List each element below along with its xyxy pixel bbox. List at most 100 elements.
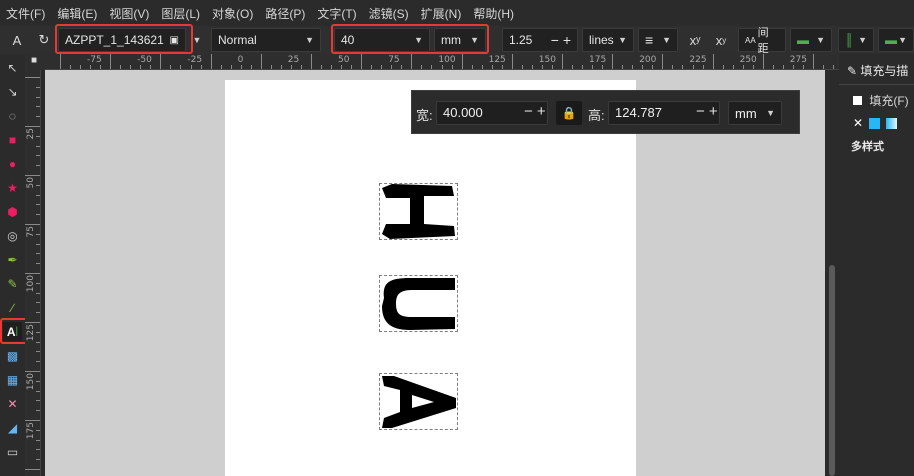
menu-item-4[interactable]: 对象(O)	[212, 5, 253, 22]
lock-icon[interactable]: ■	[31, 55, 37, 66]
menu-item-9[interactable]: 帮助(H)	[473, 5, 514, 22]
align-left-icon: ≡	[645, 32, 654, 48]
h-ruler-label: 125	[488, 55, 506, 65]
glyph-bbox-1[interactable]	[379, 183, 458, 240]
fill-swatch-icon	[853, 96, 862, 105]
line-spacing-spinbox[interactable]: 1.25 − +	[502, 28, 578, 52]
font-family-dropdown[interactable]: ▼	[188, 26, 206, 54]
text-tool-icon[interactable]: A |	[3, 322, 22, 341]
ellipse-tool-icon[interactable]: ●	[3, 154, 22, 173]
h-ruler-label: 275	[789, 55, 807, 65]
font-size-combo[interactable]: 40 ▼	[334, 28, 430, 52]
h-ruler-label: -50	[137, 55, 152, 65]
text-align-select[interactable]: ≡ ▼	[638, 28, 678, 52]
h-ruler-label: 75	[388, 55, 400, 65]
h-ruler-label: 150	[538, 55, 556, 65]
writing-mode-icon: ║	[845, 33, 854, 47]
minus-plus-icon[interactable]: − +	[551, 32, 571, 48]
tab-fill-stroke-label: 填充与描	[860, 64, 909, 78]
vertical-ruler[interactable]: 25 50 75 100 125 150 175	[25, 70, 41, 476]
ruler-corner: ■	[25, 54, 45, 70]
selector-tool-icon[interactable]: ↖	[3, 58, 22, 77]
width-minus-plus[interactable]: − +	[524, 103, 546, 120]
menu-item-1[interactable]: 编辑(E)	[57, 5, 97, 22]
chevron-down-icon: ▼	[816, 35, 825, 45]
chevron-down-icon: ▼	[766, 108, 775, 118]
height-value: 124.787	[615, 105, 662, 120]
font-size-unit-select[interactable]: mm ▼	[434, 28, 486, 52]
chevron-down-icon: ▼	[898, 35, 907, 45]
3d-box-tool-icon[interactable]: ⬢	[3, 202, 22, 221]
spiral-tool-icon[interactable]: ◎	[3, 226, 22, 245]
multi-style-label: 多样式	[851, 141, 884, 153]
font-family-combo[interactable]: AZPPT_1_143621 ▣	[58, 28, 186, 52]
v-ruler-label: 50	[26, 177, 36, 189]
glyph-bbox-3[interactable]	[379, 373, 458, 430]
text-toolbar-icon[interactable]: A	[6, 29, 28, 51]
lock-ratio-button[interactable]: 🔒	[556, 101, 582, 125]
font-picker-icon[interactable]: ▣	[170, 35, 179, 46]
glyph-orientation-icon: ▬	[885, 33, 897, 47]
menu-item-0[interactable]: 文件(F)	[6, 5, 45, 22]
scrollbar-thumb[interactable]	[829, 265, 835, 476]
rectangle-tool-icon[interactable]: ■	[3, 130, 22, 149]
glyph-u	[382, 278, 455, 330]
font-style-select[interactable]: Normal ▼	[211, 28, 321, 52]
font-size-value: 40	[341, 33, 355, 47]
vertical-scrollbar[interactable]	[825, 70, 839, 476]
letter-spacing-button[interactable]: AA 间距	[738, 27, 786, 55]
line-spacing-unit-select[interactable]: lines ▼	[582, 28, 634, 52]
glyph-bbox-2[interactable]	[379, 275, 458, 332]
v-ruler-label: 125	[26, 324, 36, 342]
glyph-orientation-select[interactable]: ▬ ▼	[878, 28, 914, 52]
h-ruler-label: 100	[438, 55, 456, 65]
subscript-icon[interactable]: xy	[710, 29, 732, 51]
chevron-down-icon: ▼	[470, 35, 479, 45]
dropper-tool-icon[interactable]: ✕	[3, 394, 22, 413]
horizontal-ruler[interactable]: -75 -50 -25 0 25 50 75 100 125 150 175 200 225 250 275	[45, 54, 839, 70]
tweak-tool-icon[interactable]: ◌	[3, 106, 22, 125]
writing-mode-select[interactable]: ║ ▼	[838, 28, 874, 52]
gradient-tool-icon[interactable]: ▩	[3, 346, 22, 365]
line-spacing-unit-value: lines	[589, 33, 614, 47]
menu-item-7[interactable]: 滤镜(S)	[369, 5, 409, 22]
width-value: 40.000	[443, 105, 483, 120]
h-ruler-label: 0	[237, 55, 244, 65]
menu-item-6[interactable]: 文字(T)	[317, 5, 356, 22]
mesh-tool-icon[interactable]: ▦	[3, 370, 22, 389]
text-tool-control-bar: A ↻ AZPPT_1_143621 ▣ ▼ Normal ▼ 40 ▼ mm …	[0, 24, 914, 55]
calligraphy-tool-icon[interactable]: ∕	[3, 298, 22, 317]
paint-type-row: ✕	[853, 116, 898, 130]
v-ruler-label: 100	[26, 275, 36, 293]
menu-item-3[interactable]: 图层(L)	[161, 5, 200, 22]
linear-gradient-icon[interactable]	[886, 118, 898, 129]
menu-item-8[interactable]: 扩展(N)	[421, 5, 462, 22]
fill-tab[interactable]: 填充(F)	[853, 92, 909, 109]
h-ruler-label: 200	[639, 55, 657, 65]
font-family-value: AZPPT_1_143621	[65, 33, 164, 47]
paint-bucket-tool-icon[interactable]: ◢	[3, 418, 22, 437]
dimension-popup: 宽: 40.000 − + 🔒 高: 124.787 − + mm ▼	[411, 90, 800, 134]
star-tool-icon[interactable]: ★	[3, 178, 22, 197]
menu-item-5[interactable]: 路径(P)	[265, 5, 305, 22]
superscript-icon[interactable]: xʸ	[684, 29, 706, 51]
tab-fill-stroke[interactable]: ✎ 填充与描	[847, 62, 914, 84]
flat-color-icon[interactable]	[869, 118, 881, 129]
pen-tool-icon[interactable]: ✒	[3, 250, 22, 269]
eraser-tool-icon[interactable]: ▭	[3, 442, 22, 461]
pencil-tool-icon[interactable]: ✎	[3, 274, 22, 293]
refresh-icon[interactable]: ↻	[33, 29, 55, 51]
height-minus-plus[interactable]: − +	[696, 103, 718, 120]
h-ruler-label: -75	[87, 55, 102, 65]
lock-icon: 🔒	[561, 106, 577, 120]
width-label: 宽:	[416, 108, 433, 123]
toolbox: ↖ ↘ ◌ ■ ● ★ ⬢ ◎ ✒ ✎ ∕ A | ▩ ▦ ✕ ◢ ▭	[0, 54, 37, 476]
no-paint-icon[interactable]: ✕	[853, 116, 863, 130]
page	[225, 80, 636, 476]
chevron-down-icon: ▼	[192, 35, 202, 45]
menu-item-2[interactable]: 视图(V)	[109, 5, 149, 22]
node-tool-icon[interactable]: ↘	[3, 82, 22, 101]
dimension-unit-select[interactable]: mm ▼	[728, 101, 782, 125]
dimension-unit-value: mm	[735, 105, 757, 121]
text-orientation-select[interactable]: ▬ ▼	[790, 28, 832, 52]
